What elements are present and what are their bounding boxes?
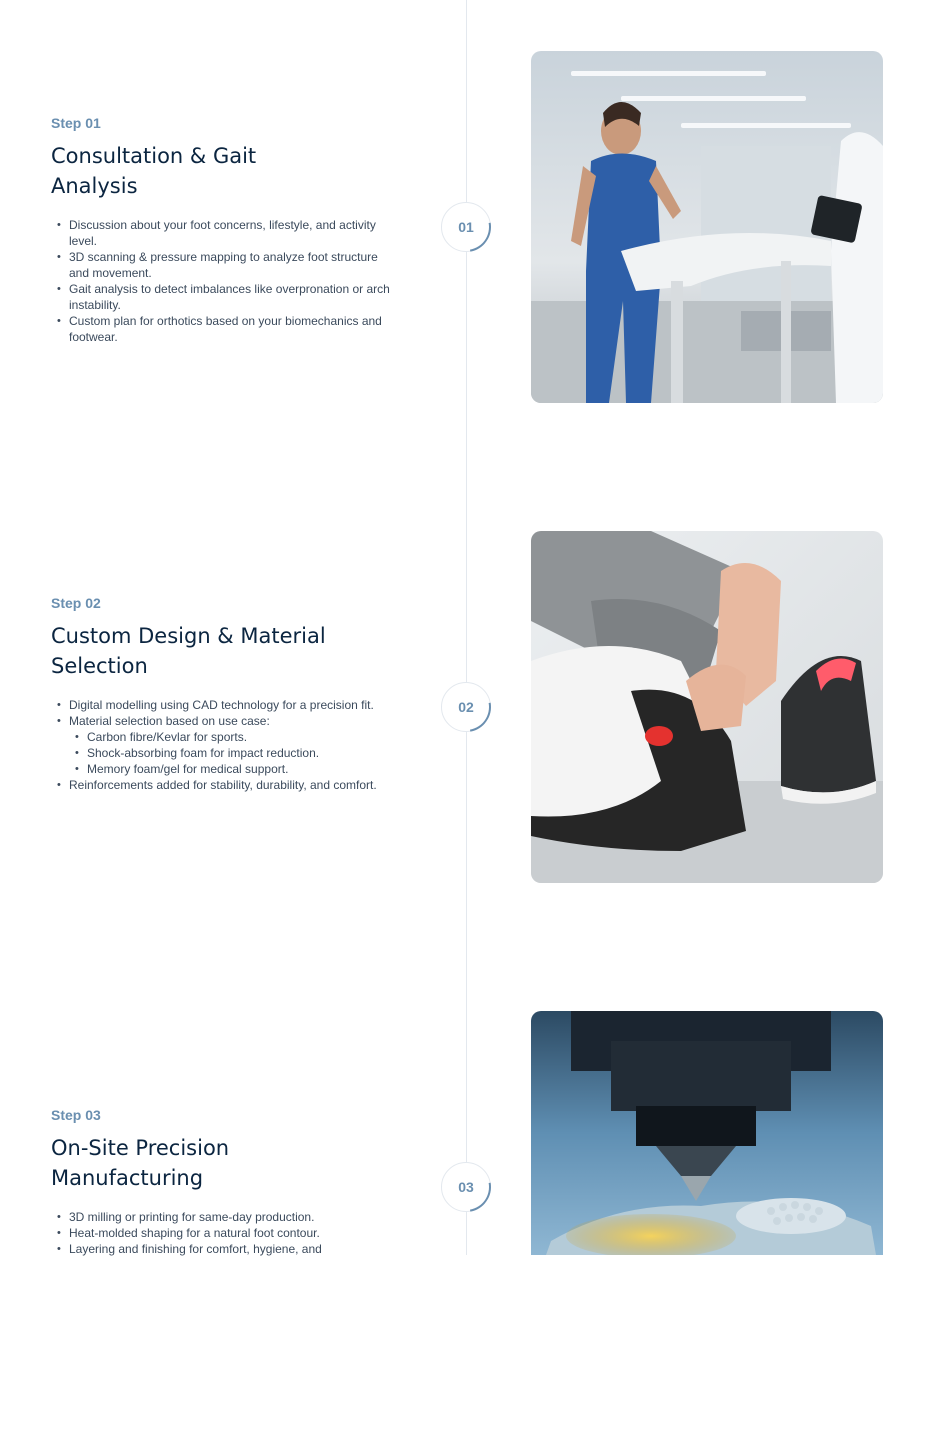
photo-illustration: [531, 531, 883, 883]
treadmill-gait-analysis-photo: [531, 51, 883, 403]
3d-printing-insole-photo: [531, 1011, 883, 1255]
step-label: Step 01: [51, 115, 101, 131]
list-item: Custom plan for orthotics based on your …: [51, 313, 401, 345]
step-01: Step 01 Consultation & Gait Analysis Dis…: [0, 0, 933, 480]
list-subitem: Shock-absorbing foam for impact reductio…: [51, 745, 401, 761]
list-item: Discussion about your foot concerns, lif…: [51, 217, 401, 249]
list-item: 3D milling or printing for same-day prod…: [51, 1209, 401, 1225]
step-bullet-list: 3D milling or printing for same-day prod…: [51, 1209, 411, 1257]
list-item: 3D scanning & pressure mapping to analyz…: [51, 249, 401, 281]
list-item: Gait analysis to detect imbalances like …: [51, 281, 401, 313]
step-03-text: Step 03 On-Site Precision Manufacturing …: [51, 1107, 411, 1257]
orthotic-insole-fitting-photo: [531, 531, 883, 883]
step-number-badge: 02: [441, 682, 491, 732]
step-number-badge: 01: [441, 202, 491, 252]
step-02-text: Step 02 Custom Design & Material Selecti…: [51, 595, 411, 793]
step-01-text: Step 01 Consultation & Gait Analysis Dis…: [51, 115, 411, 345]
step-label: Step 02: [51, 595, 101, 611]
list-item: Reinforcements added for stability, dura…: [51, 777, 401, 793]
step-bullet-list: Discussion about your foot concerns, lif…: [51, 217, 411, 345]
list-item: Digital modelling using CAD technology f…: [51, 697, 401, 713]
photo-illustration: [531, 1011, 883, 1255]
step-bullet-list: Digital modelling using CAD technology f…: [51, 697, 411, 793]
step-title: Consultation & Gait Analysis: [51, 144, 257, 198]
step-title: On-Site Precision Manufacturing: [51, 1136, 230, 1190]
photo-illustration: [531, 51, 883, 403]
list-item: Material selection based on use case:: [51, 713, 401, 729]
list-item: Heat-molded shaping for a natural foot c…: [51, 1225, 401, 1241]
step-label: Step 03: [51, 1107, 101, 1123]
step-03: Step 03 On-Site Precision Manufacturing …: [0, 960, 933, 1440]
list-subitem: Carbon fibre/Kevlar for sports.: [51, 729, 401, 745]
step-02: Step 02 Custom Design & Material Selecti…: [0, 480, 933, 960]
list-subitem: Memory foam/gel for medical support.: [51, 761, 401, 777]
step-title: Custom Design & Material Selection: [51, 624, 326, 678]
step-number-badge: 03: [441, 1162, 491, 1212]
